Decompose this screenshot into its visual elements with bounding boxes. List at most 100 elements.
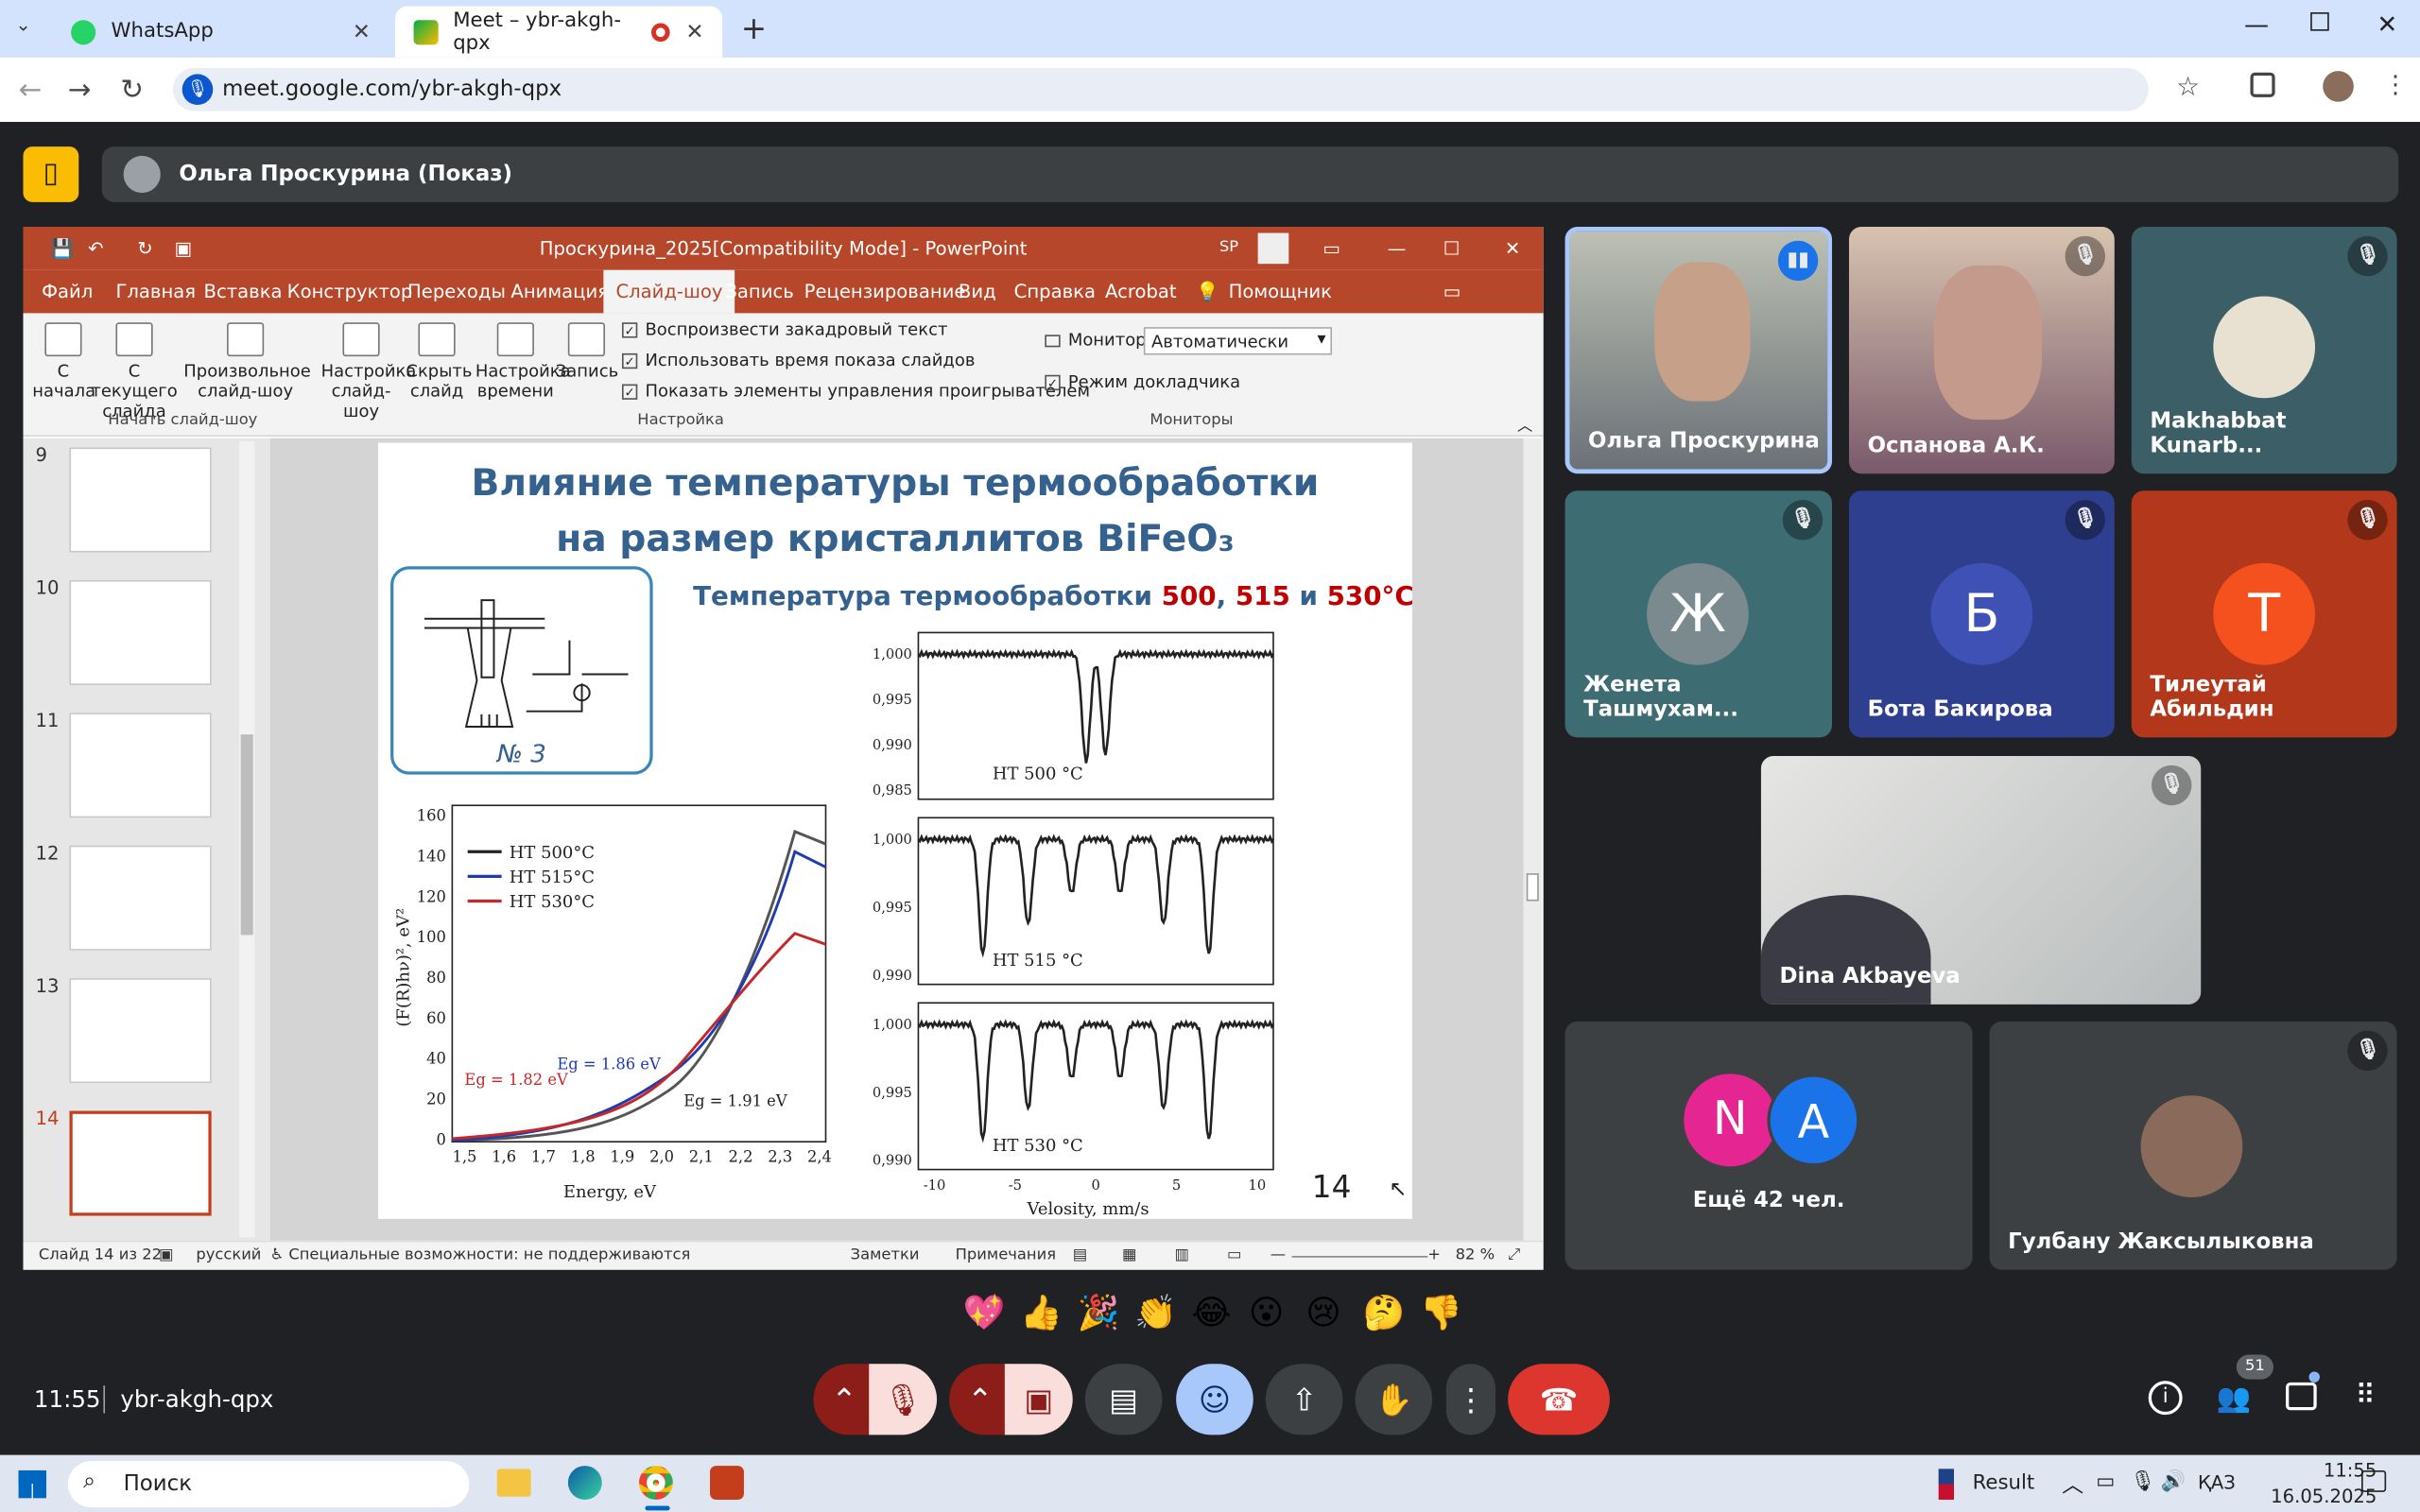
slide-thumbnail-11[interactable] [69,713,212,818]
close-tab-icon[interactable]: ✕ [353,19,371,43]
profile-avatar[interactable] [2323,71,2354,102]
scrollbar-thumb[interactable] [1526,873,1539,902]
slide-thumbnail-12[interactable] [69,845,212,951]
input-language[interactable]: ҚАЗ [2198,1472,2236,1494]
close-window-button[interactable]: ✕ [2377,9,2397,39]
activities-icon[interactable]: ▯ [23,146,79,202]
mic-toggle-button[interactable]: 🎙 [869,1364,938,1435]
activities-grid-icon[interactable]: ⠿ [2356,1380,2377,1412]
start-menu-icon[interactable] [18,1469,46,1499]
clock-date[interactable]: 16.05.2025 [2235,1486,2377,1507]
undo-icon[interactable]: ↶ [88,227,103,270]
thumbnails-scrollbar[interactable] [239,440,255,1238]
leave-call-button[interactable]: ☎ [1508,1364,1610,1435]
browser-menu-icon[interactable]: ⋮ [2383,69,2408,98]
reading-view-icon[interactable]: ▥ [1174,1246,1188,1263]
bookmark-star-icon[interactable]: ☆ [2176,73,2200,104]
menu-transitions[interactable]: Переходы [407,281,506,302]
camera-options-button[interactable]: ⌃ [949,1364,1011,1435]
address-bar[interactable]: 🎙 meet.google.com/ybr-akgh-qpx [172,67,2149,112]
reaction-party[interactable]: 🎉 [1078,1295,1120,1333]
tray-overflow-icon[interactable]: ︿ [2062,1469,2083,1500]
reaction-heart[interactable]: 💖 [963,1295,1006,1333]
monitor-select[interactable]: Автоматически ▾ [1143,327,1333,355]
slide-thumbnail-14[interactable] [69,1110,212,1216]
zoom-level[interactable]: 82 % [1456,1246,1495,1263]
comments-button[interactable]: Примечания [956,1246,1056,1263]
scrollbar-thumb[interactable] [240,734,253,936]
present-button[interactable]: ⇧ [1265,1364,1343,1435]
menu-help[interactable]: Справка [1014,281,1096,302]
taskbar-search[interactable]: ⌕ Поиск [67,1461,470,1508]
reaction-thumbs-up[interactable]: 👍 [1020,1295,1063,1333]
file-explorer-icon[interactable] [496,1469,531,1497]
minimize-window-button[interactable]: — [2244,9,2269,39]
rehearse-timings-button[interactable]: Настройка времени [475,322,571,402]
menu-acrobat[interactable]: Acrobat [1105,281,1177,302]
comments-icon[interactable]: ▭ [1443,281,1461,302]
close-tab-icon[interactable]: ✕ [685,19,703,43]
from-beginning-button[interactable]: С начала [32,322,95,402]
zoom-slider[interactable] [1291,1256,1428,1258]
participant-tile-ospanova[interactable]: 🎙 Оспанова А.К. [1848,227,2115,474]
camera-toggle-button[interactable]: ▣ [1004,1364,1073,1435]
menu-review[interactable]: Рецензирование [804,281,966,302]
tab-whatsapp[interactable]: WhatsApp ✕ [53,7,389,58]
slide-thumbnail-13[interactable] [69,978,212,1084]
reaction-sad[interactable]: 😢 [1305,1295,1340,1333]
menu-tell-me[interactable]: Помощник [1229,281,1332,302]
raise-hand-button[interactable]: ✋ [1355,1364,1433,1435]
hide-slide-button[interactable]: Скрыть слайд [406,322,472,402]
reaction-laugh[interactable]: 😂 [1191,1295,1231,1333]
new-tab-button[interactable]: + [741,9,767,46]
from-current-button[interactable]: С текущего слайда [91,322,178,421]
mic-tray-icon[interactable]: 🎙 [2130,1470,2155,1493]
custom-slideshow-button[interactable]: Произвольное слайд-шоу [183,322,311,402]
status-accessibility[interactable]: Специальные возможности: не поддерживают… [288,1246,690,1263]
editor-scrollbar[interactable] [1523,438,1543,1241]
menu-animation[interactable]: Анимация [510,281,609,302]
people-icon[interactable]: 👥 [2217,1383,2252,1415]
edge-icon[interactable] [567,1466,602,1500]
user-avatar-icon[interactable] [1257,232,1289,265]
tab-list-dropdown-icon[interactable]: ⌄ [15,14,30,36]
slide-thumbnail-10[interactable] [69,579,212,685]
back-button[interactable]: ← [19,74,43,106]
meet-tray-icon[interactable]: ▭ [2096,1470,2115,1493]
menu-design[interactable]: Конструктор [287,281,413,302]
accessibility-icon[interactable]: ♿ [270,1246,285,1263]
slideshow-view-icon[interactable]: ▭ [1227,1246,1241,1263]
sorter-view-icon[interactable]: ▦ [1122,1246,1136,1263]
participant-tile-bota[interactable]: Б 🎙 Бота Бакирова [1848,490,2115,738]
slide-thumbnail-9[interactable] [69,447,212,553]
menu-slideshow[interactable]: Слайд-шоу [603,269,735,314]
participant-tile-zheneta[interactable]: Ж 🎙 Женета Ташмухам... [1564,490,1833,738]
check-presenter-view[interactable]: ✓ Режим докладчика [1045,371,1240,392]
participant-tile-olga[interactable]: ▮▮ Ольга Проскурина [1564,227,1833,474]
check-timings[interactable]: ✓ Использовать время показа слайдов [621,351,975,370]
reaction-thumbs-down[interactable]: 👎 [1420,1295,1462,1333]
participant-tile-gulbanu[interactable]: 🎙 Гулбану Жаксылыковна [1989,1021,2397,1270]
reaction-thinking[interactable]: 🤔 [1363,1295,1406,1333]
maximize-icon[interactable]: ☐ [1443,227,1461,270]
forward-button[interactable]: → [68,74,92,106]
notes-button[interactable]: Заметки [851,1246,920,1263]
menu-file[interactable]: Файл [42,281,93,302]
spelling-icon[interactable]: ▣ [159,1246,173,1263]
zoom-out-icon[interactable]: — [1270,1246,1286,1263]
check-narration[interactable]: ✓ Воспроизвести закадровый текст [621,319,947,339]
participant-tile-dina[interactable]: 🎙 Dina Akbayeva [1760,756,2202,1005]
menu-insert[interactable]: Вставка [204,281,283,302]
reaction-surprised[interactable]: 😮 [1249,1295,1284,1333]
weather-result-label[interactable]: Result [1973,1472,2035,1495]
redo-icon[interactable]: ↻ [137,227,152,270]
fit-slide-icon[interactable]: ⤢ [1508,1246,1520,1263]
reaction-clap[interactable]: 👏 [1134,1295,1177,1333]
more-options-button[interactable]: ⋮ [1445,1364,1496,1435]
participant-tile-makhabbat[interactable]: 🎙 Makhabbat Kunarb... [2131,227,2397,474]
nba-icon[interactable] [1938,1469,1954,1500]
menu-view[interactable]: Вид [959,281,996,302]
save-icon[interactable]: 💾 [51,227,74,270]
check-media-controls[interactable]: ✓ Показать элементы управления проигрыват… [621,381,1090,402]
chrome-icon[interactable] [638,1466,673,1500]
